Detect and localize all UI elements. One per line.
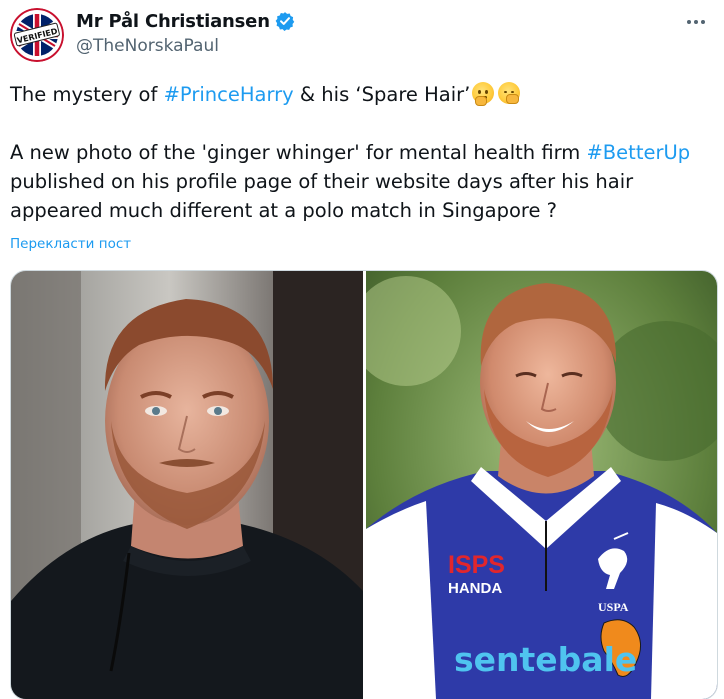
hashtag-link-betterup[interactable]: #BetterUp: [586, 141, 690, 164]
shirt-text-handa: HANDA: [448, 580, 502, 597]
avatar[interactable]: VERIFIED: [10, 8, 64, 62]
verified-badge-icon: [275, 12, 295, 31]
shirt-text-uspa: USPA: [598, 600, 629, 614]
translate-post-link[interactable]: Перекласти пост: [10, 236, 131, 252]
photo-left-portrait[interactable]: [11, 271, 363, 699]
tweet-media[interactable]: ISPS HANDA USPA sentebale: [10, 270, 718, 699]
handle[interactable]: @TheNorskaPaul: [76, 36, 219, 56]
hand-over-mouth-emoji: [498, 82, 521, 104]
name-row: Mr Pål Christiansen: [76, 9, 295, 33]
photo-right-polo[interactable]: ISPS HANDA USPA sentebale: [366, 271, 717, 699]
thinking-face-emoji: [472, 82, 495, 106]
shirt-text-isps: ISPS: [448, 551, 505, 579]
tweet-paragraph-2: A new photo of the 'ginger whinger' for …: [10, 138, 700, 225]
text-segment: The mystery of: [10, 83, 164, 106]
text-segment: published on his profile page of their w…: [10, 170, 634, 222]
text-segment: A new photo of the 'ginger whinger' for …: [10, 141, 587, 164]
display-name[interactable]: Mr Pål Christiansen: [76, 11, 270, 32]
more-horizontal-icon[interactable]: [678, 10, 714, 34]
tweet-text: The mystery of #PrinceHarry & his ‘Spare…: [10, 80, 700, 225]
shirt-text-sentebale: sentebale: [454, 640, 637, 679]
tweet-card: VERIFIED Mr Pål Christiansen @TheNorskaP…: [0, 0, 724, 699]
tweet-header: VERIFIED Mr Pål Christiansen @TheNorskaP…: [10, 6, 714, 62]
text-segment: & his ‘Spare Hair’: [293, 83, 471, 106]
hashtag-link-princeharry[interactable]: #PrinceHarry: [164, 83, 294, 106]
tweet-line-1: The mystery of #PrinceHarry & his ‘Spare…: [10, 80, 700, 109]
